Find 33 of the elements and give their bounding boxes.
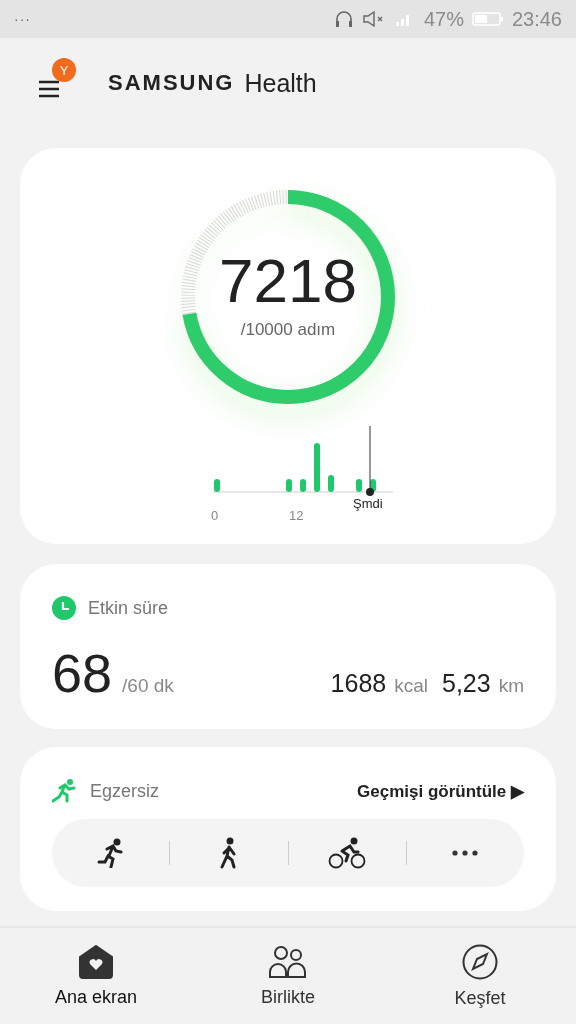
active-minutes: 68: [52, 642, 113, 704]
status-menu: ···: [14, 11, 31, 27]
step-count: 7218: [219, 250, 357, 312]
axis-label: 12: [289, 508, 304, 523]
clock-icon: [52, 596, 76, 620]
battery-icon: [471, 11, 504, 27]
calories-value: 1688: [330, 669, 387, 698]
running-figure-icon: [52, 779, 78, 803]
axis-label: 0: [211, 508, 219, 523]
now-label: Şmdi: [353, 496, 383, 511]
app-name: Health: [244, 68, 317, 98]
runner-icon: [96, 838, 125, 868]
active-goal: /60 dk: [122, 675, 174, 697]
profile-badge: Y: [52, 58, 76, 82]
nav-tab[interactable]: Keşfet: [384, 928, 576, 1024]
cyclist-icon: [328, 837, 367, 869]
nav-tab[interactable]: Birlikte: [192, 928, 384, 1024]
headphones-icon: [333, 10, 354, 28]
compass-icon: [462, 943, 498, 980]
step-goal: /10000 adım: [240, 320, 336, 340]
brand-logo: SAMSUNG: [108, 70, 235, 96]
battery-percent: 47%: [423, 7, 464, 31]
history-link[interactable]: Geçmişi görüntüle ▶: [357, 780, 524, 802]
card-title: Etkin süre: [88, 597, 169, 619]
distance-unit: km: [498, 675, 524, 697]
nav-tab[interactable]: Ana ekran: [0, 928, 192, 1024]
people-icon: [269, 944, 307, 979]
distance-value: 5,23: [442, 669, 491, 698]
calories-unit: kcal: [394, 675, 428, 697]
card-title: Egzersiz: [90, 780, 160, 802]
home-icon: [78, 944, 114, 979]
more-icon: [452, 850, 479, 856]
clock: 23:46: [511, 7, 562, 31]
